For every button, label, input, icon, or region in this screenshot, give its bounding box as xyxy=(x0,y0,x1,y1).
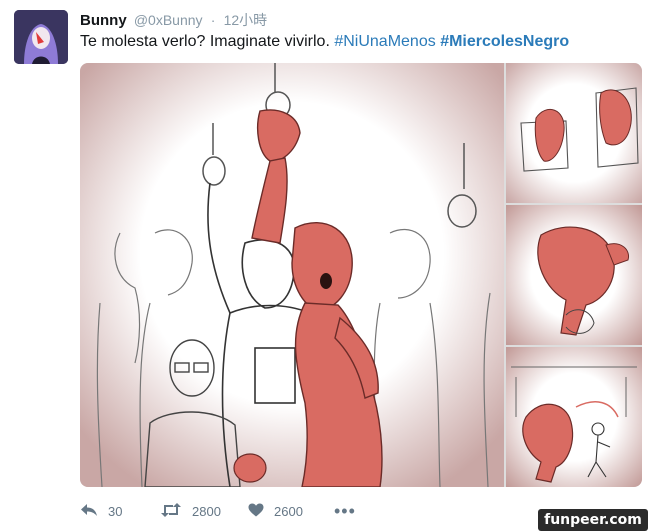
tweet-actions: 30 2800 2600 ••• xyxy=(80,500,374,522)
tweet-header: Bunny @0xBunny · 12小時 xyxy=(80,10,267,30)
media-image-main[interactable] xyxy=(80,63,504,487)
timestamp[interactable]: 12小時 xyxy=(224,12,268,28)
reply-count: 30 xyxy=(108,503,123,519)
hashtag-miercolesnegro[interactable]: #MiercolesNegro xyxy=(440,33,569,50)
media-image-top[interactable] xyxy=(506,63,642,203)
retweet-icon xyxy=(160,502,182,520)
hashtag-niunamenos[interactable]: #NiUnaMenos xyxy=(334,33,435,50)
watermark: funpeer.com xyxy=(538,509,648,531)
like-button[interactable]: 2600 xyxy=(248,503,334,520)
retweet-count: 2800 xyxy=(192,503,221,519)
tweet-text: Te molesta verlo? Imaginate vivirlo. #Ni… xyxy=(80,33,569,51)
avatar[interactable] xyxy=(14,10,68,64)
like-count: 2600 xyxy=(274,503,303,519)
tweet-media[interactable] xyxy=(80,63,642,487)
separator-dot: · xyxy=(210,12,216,28)
retweet-button[interactable]: 2800 xyxy=(160,502,248,520)
more-button[interactable]: ••• xyxy=(334,501,374,522)
media-image-bottom[interactable] xyxy=(506,347,642,487)
reply-icon xyxy=(80,503,98,520)
media-image-middle[interactable] xyxy=(506,205,642,345)
reply-button[interactable]: 30 xyxy=(80,503,160,520)
display-name[interactable]: Bunny xyxy=(80,12,127,29)
heart-icon xyxy=(248,503,264,520)
tweet-text-body: Te molesta verlo? Imaginate vivirlo. xyxy=(80,33,330,50)
user-handle[interactable]: @0xBunny xyxy=(134,12,203,28)
more-icon: ••• xyxy=(334,500,356,521)
